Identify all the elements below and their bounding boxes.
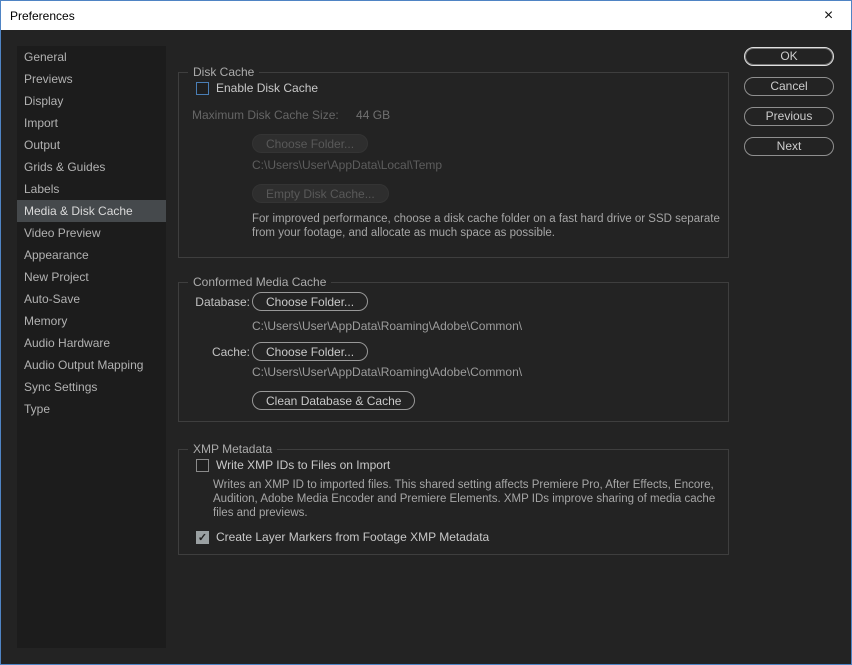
checkmark-icon: ✓ (198, 532, 207, 544)
disk-cache-section-title: Disk Cache (188, 65, 259, 79)
sidebar-item-video-preview[interactable]: Video Preview (17, 222, 166, 244)
sidebar-item-auto-save[interactable]: Auto-Save (17, 288, 166, 310)
sidebar-item-type[interactable]: Type (17, 398, 166, 420)
enable-disk-cache-row[interactable]: Enable Disk Cache (196, 81, 318, 95)
disk-cache-folder-path: C:\Users\User\AppData\Local\Temp (252, 158, 442, 172)
sidebar-item-audio-output-mapping[interactable]: Audio Output Mapping (17, 354, 166, 376)
empty-disk-cache-button[interactable]: Empty Disk Cache... (252, 184, 389, 203)
database-path: C:\Users\User\AppData\Roaming\Adobe\Comm… (252, 319, 522, 333)
sidebar-item-import[interactable]: Import (17, 112, 166, 134)
previous-button[interactable]: Previous (744, 107, 834, 126)
ok-button[interactable]: OK (744, 47, 834, 66)
conformed-media-cache-section-title: Conformed Media Cache (188, 275, 331, 289)
cache-label: Cache: (191, 345, 250, 359)
layer-markers-row[interactable]: ✓ Create Layer Markers from Footage XMP … (196, 530, 489, 544)
sidebar: General Previews Display Import Output G… (17, 46, 166, 648)
preferences-dialog: Preferences × General Previews Display I… (0, 0, 852, 665)
write-xmp-ids-label: Write XMP IDs to Files on Import (216, 458, 390, 472)
sidebar-item-previews[interactable]: Previews (17, 68, 166, 90)
xmp-metadata-section: XMP Metadata Write XMP IDs to Files on I… (178, 449, 729, 555)
choose-folder-button-cache[interactable]: Choose Folder... (252, 342, 368, 361)
xmp-help-text: Writes an XMP ID to imported files. This… (213, 478, 718, 520)
sidebar-item-memory[interactable]: Memory (17, 310, 166, 332)
choose-folder-button-database[interactable]: Choose Folder... (252, 292, 368, 311)
disk-cache-help-text: For improved performance, choose a disk … (252, 212, 724, 240)
window-title: Preferences (1, 9, 75, 23)
sidebar-item-media-disk-cache[interactable]: Media & Disk Cache (17, 200, 166, 222)
enable-disk-cache-label: Enable Disk Cache (216, 81, 318, 95)
enable-disk-cache-checkbox[interactable] (196, 82, 209, 95)
next-button[interactable]: Next (744, 137, 834, 156)
sidebar-item-appearance[interactable]: Appearance (17, 244, 166, 266)
sidebar-item-grids-guides[interactable]: Grids & Guides (17, 156, 166, 178)
sidebar-item-audio-hardware[interactable]: Audio Hardware (17, 332, 166, 354)
conformed-media-cache-section: Conformed Media Cache Database: Choose F… (178, 282, 729, 422)
max-disk-cache-size-label: Maximum Disk Cache Size: (192, 108, 339, 122)
write-xmp-ids-checkbox[interactable] (196, 459, 209, 472)
sidebar-item-display[interactable]: Display (17, 90, 166, 112)
sidebar-item-sync-settings[interactable]: Sync Settings (17, 376, 166, 398)
max-disk-cache-size-value: 44 GB (356, 108, 390, 122)
clean-database-cache-button[interactable]: Clean Database & Cache (252, 391, 415, 410)
sidebar-item-new-project[interactable]: New Project (17, 266, 166, 288)
sidebar-item-general[interactable]: General (17, 46, 166, 68)
disk-cache-section: Disk Cache Enable Disk Cache Maximum Dis… (178, 72, 729, 258)
choose-folder-button-disk-cache[interactable]: Choose Folder... (252, 134, 368, 153)
max-disk-cache-size-row: Maximum Disk Cache Size: 44 GB (192, 108, 390, 122)
xmp-metadata-section-title: XMP Metadata (188, 442, 277, 456)
write-xmp-ids-row[interactable]: Write XMP IDs to Files on Import (196, 458, 390, 472)
sidebar-item-labels[interactable]: Labels (17, 178, 166, 200)
dialog-body: General Previews Display Import Output G… (1, 30, 851, 664)
cache-path: C:\Users\User\AppData\Roaming\Adobe\Comm… (252, 365, 522, 379)
layer-markers-checkbox[interactable]: ✓ (196, 531, 209, 544)
close-icon[interactable]: × (806, 1, 851, 30)
database-label: Database: (191, 295, 250, 309)
layer-markers-label: Create Layer Markers from Footage XMP Me… (216, 530, 489, 544)
sidebar-item-output[interactable]: Output (17, 134, 166, 156)
cancel-button[interactable]: Cancel (744, 77, 834, 96)
titlebar: Preferences × (1, 1, 851, 30)
